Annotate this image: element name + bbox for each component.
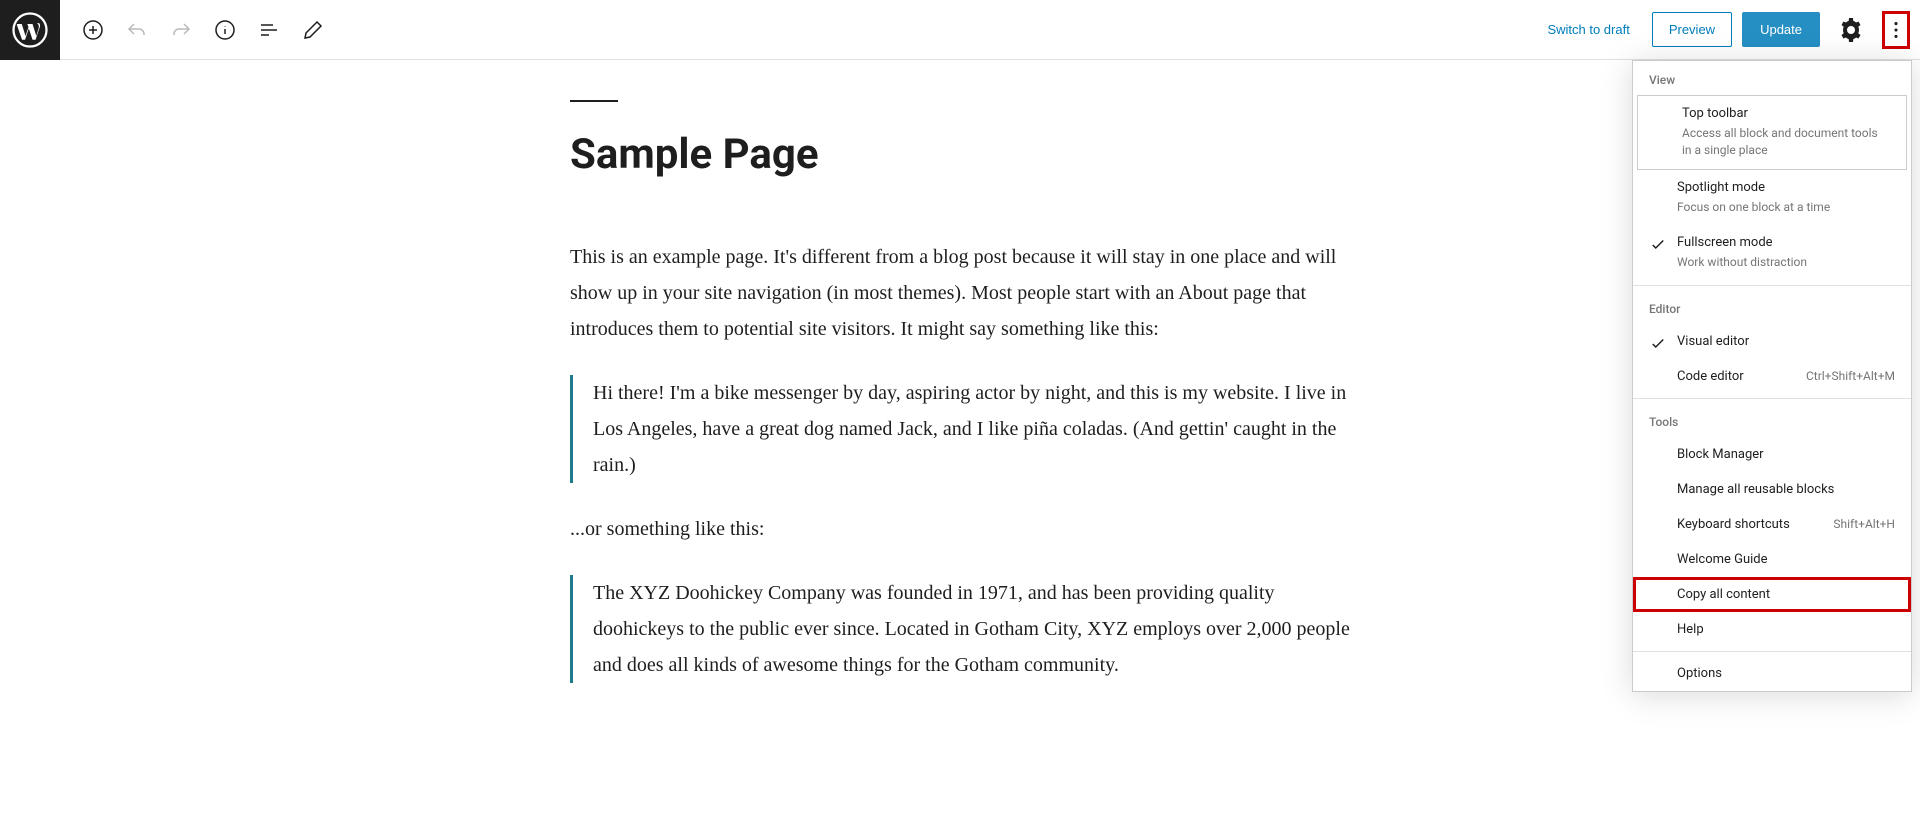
menu-item-spotlight[interactable]: Spotlight mode Focus on one block at a t… [1633, 170, 1911, 226]
menu-item-label: Visual editor [1677, 334, 1895, 349]
paragraph-block[interactable]: This is an example page. It's different … [570, 239, 1350, 347]
menu-item-label: Welcome Guide [1677, 552, 1895, 567]
menu-item-reusable-blocks[interactable]: Manage all reusable blocks [1633, 472, 1911, 507]
menu-item-desc: Access all block and document tools in a… [1682, 125, 1890, 159]
menu-item-label: Code editor [1677, 369, 1794, 384]
toolbar-left-group [60, 9, 334, 51]
menu-item-desc: Focus on one block at a time [1677, 199, 1895, 216]
menu-item-shortcut: Ctrl+Shift+Alt+M [1806, 369, 1895, 383]
menu-item-fullscreen[interactable]: Fullscreen mode Work without distraction [1633, 225, 1911, 281]
gear-icon [1839, 18, 1863, 42]
options-dropdown-menu: View Top toolbar Access all block and do… [1632, 60, 1912, 692]
check-icon [1649, 236, 1667, 254]
menu-item-label: Options [1677, 666, 1895, 681]
redo-button[interactable] [160, 9, 202, 51]
wordpress-logo[interactable] [0, 0, 60, 60]
menu-item-options[interactable]: Options [1633, 656, 1911, 691]
update-button[interactable]: Update [1742, 12, 1820, 47]
menu-item-block-manager[interactable]: Block Manager [1633, 437, 1911, 472]
menu-item-label: Manage all reusable blocks [1677, 482, 1895, 497]
page-title[interactable]: Sample Page [570, 130, 1350, 179]
menu-item-copy-all-content[interactable]: Copy all content [1633, 577, 1911, 612]
check-icon [1649, 335, 1667, 353]
menu-item-label: Copy all content [1677, 587, 1895, 602]
more-options-highlight [1882, 11, 1910, 49]
toolbar-right-group: Switch to draft Preview Update [1535, 9, 1920, 51]
menu-item-welcome-guide[interactable]: Welcome Guide [1633, 542, 1911, 577]
menu-item-label: Block Manager [1677, 447, 1895, 462]
paragraph-block[interactable]: ...or something like this: [570, 511, 1350, 547]
top-toolbar: Switch to draft Preview Update [0, 0, 1920, 60]
menu-group-tools: Tools [1633, 403, 1911, 437]
menu-item-label: Keyboard shortcuts [1677, 517, 1821, 532]
menu-item-label: Help [1677, 622, 1895, 637]
quote-block[interactable]: The XYZ Doohickey Company was founded in… [570, 575, 1350, 683]
vertical-dots-icon [1885, 18, 1907, 42]
menu-item-help[interactable]: Help [1633, 612, 1911, 647]
title-separator [570, 100, 618, 102]
menu-item-keyboard-shortcuts[interactable]: Keyboard shortcuts Shift+Alt+H [1633, 507, 1911, 542]
preview-button[interactable]: Preview [1652, 12, 1732, 47]
menu-item-top-toolbar[interactable]: Top toolbar Access all block and documen… [1638, 96, 1906, 169]
menu-divider [1633, 651, 1911, 652]
menu-group-view: View [1633, 61, 1911, 95]
quote-block[interactable]: Hi there! I'm a bike messenger by day, a… [570, 375, 1350, 483]
menu-item-code-editor[interactable]: Code editor Ctrl+Shift+Alt+M [1633, 359, 1911, 394]
menu-item-visual-editor[interactable]: Visual editor [1633, 324, 1911, 359]
outline-button[interactable] [248, 9, 290, 51]
edit-button[interactable] [292, 9, 334, 51]
info-button[interactable] [204, 9, 246, 51]
menu-item-desc: Work without distraction [1677, 254, 1895, 271]
menu-item-label: Spotlight mode [1677, 180, 1895, 195]
menu-item-label: Top toolbar [1682, 106, 1890, 121]
menu-item-label: Fullscreen mode [1677, 235, 1895, 250]
menu-group-editor: Editor [1633, 290, 1911, 324]
add-block-button[interactable] [72, 9, 114, 51]
settings-button[interactable] [1830, 9, 1872, 51]
menu-divider [1633, 398, 1911, 399]
editor-content[interactable]: Sample Page This is an example page. It'… [540, 60, 1380, 751]
switch-to-draft-button[interactable]: Switch to draft [1535, 14, 1641, 45]
more-options-button[interactable] [1885, 14, 1907, 46]
menu-divider [1633, 285, 1911, 286]
menu-item-shortcut: Shift+Alt+H [1833, 517, 1895, 531]
undo-button[interactable] [116, 9, 158, 51]
